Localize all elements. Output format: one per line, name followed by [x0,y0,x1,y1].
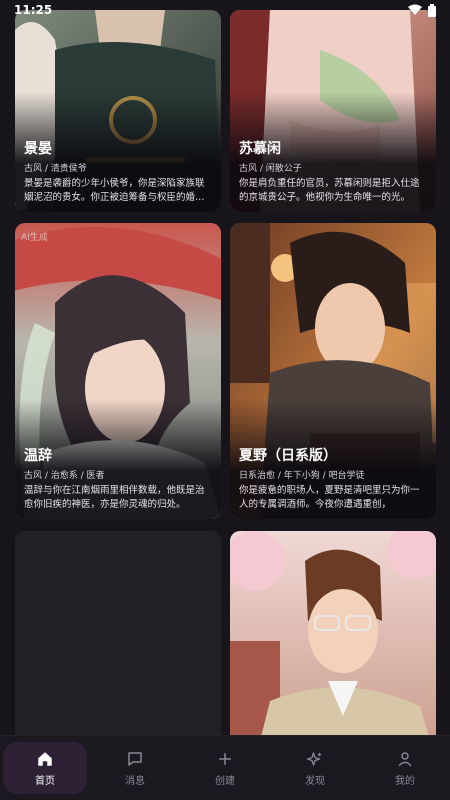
character-tags: 古风 / 闲散公子 [239,164,302,174]
character-description: 景晏是袭爵的少年小侯爷，你是深陷家族联姻泥沼的贵女。你正被迫筹备与权臣的婚事。 [24,178,205,203]
status-time: 11:25 [14,3,53,17]
battery-icon [428,3,436,17]
ai-generated-tag: AI生成 [21,233,48,243]
user-icon [398,751,412,766]
character-name: 夏野（日系版） [239,448,337,464]
character-name: 温辞 [24,448,52,464]
nav-label: 首页 [35,775,55,787]
message-icon [128,751,142,766]
character-tags: 古风 / 清贵侯爷 [24,164,87,174]
character-portrait [230,531,436,736]
plus-icon [219,752,231,765]
character-card[interactable]: 苏慕闲 古风 / 闲散公子 你是肩负重任的官员，苏慕闲则是拒入仕途的京城贵公子。… [230,10,436,212]
character-card[interactable]: AI生成 温辞 古风 / 治愈系 / 医者 温辞与你在江南烟雨里相伴数载，他既是… [15,223,221,519]
character-name: 景晏 [24,141,52,157]
character-description: 温辞与你在江南烟雨里相伴数载，他既是治愈你旧疾的神医，亦是你灵魂的归处。 [24,485,205,510]
wifi-icon [408,4,422,15]
character-tags: 日系治愈 / 年下小狗 / 吧台学徒 [239,471,365,481]
nav-messages[interactable]: 消息 [93,742,177,794]
character-name: 苏慕闲 [239,141,281,157]
nav-label: 消息 [125,775,145,787]
character-grid: 景晏 古风 / 清贵侯爷 景晏是袭爵的少年小侯爷，你是深陷家族联姻泥沼的贵女。你… [0,0,450,736]
sparkle-icon [306,751,322,766]
character-card[interactable]: 景晏 古风 / 清贵侯爷 景晏是袭爵的少年小侯爷，你是深陷家族联姻泥沼的贵女。你… [15,10,221,212]
home-icon [38,751,52,766]
character-tags: 古风 / 治愈系 / 医者 [24,471,105,481]
character-card-placeholder[interactable] [15,531,221,736]
character-description: 你是疲惫的职场人，夏野是清吧里只为你一人的专属调酒师。今夜你遭遇重创， [239,485,420,510]
character-description: 你是肩负重任的官员，苏慕闲则是拒入仕途的京城贵公子。他视你为生命唯一的光。 [239,178,420,203]
nav-discover[interactable]: 发现 [273,742,357,794]
bottom-navigation: 首页 消息 创建 发现 我的 [0,735,450,800]
character-card[interactable] [230,531,436,736]
nav-label: 发现 [305,775,325,787]
nav-profile[interactable]: 我的 [363,742,447,794]
nav-label: 创建 [215,775,235,787]
nav-label: 我的 [395,775,415,787]
nav-home[interactable]: 首页 [3,742,87,794]
nav-create[interactable]: 创建 [183,742,267,794]
character-card[interactable]: 夏野（日系版） 日系治愈 / 年下小狗 / 吧台学徒 你是疲惫的职场人，夏野是清… [230,223,436,519]
status-bar: 11:25 [0,0,450,20]
